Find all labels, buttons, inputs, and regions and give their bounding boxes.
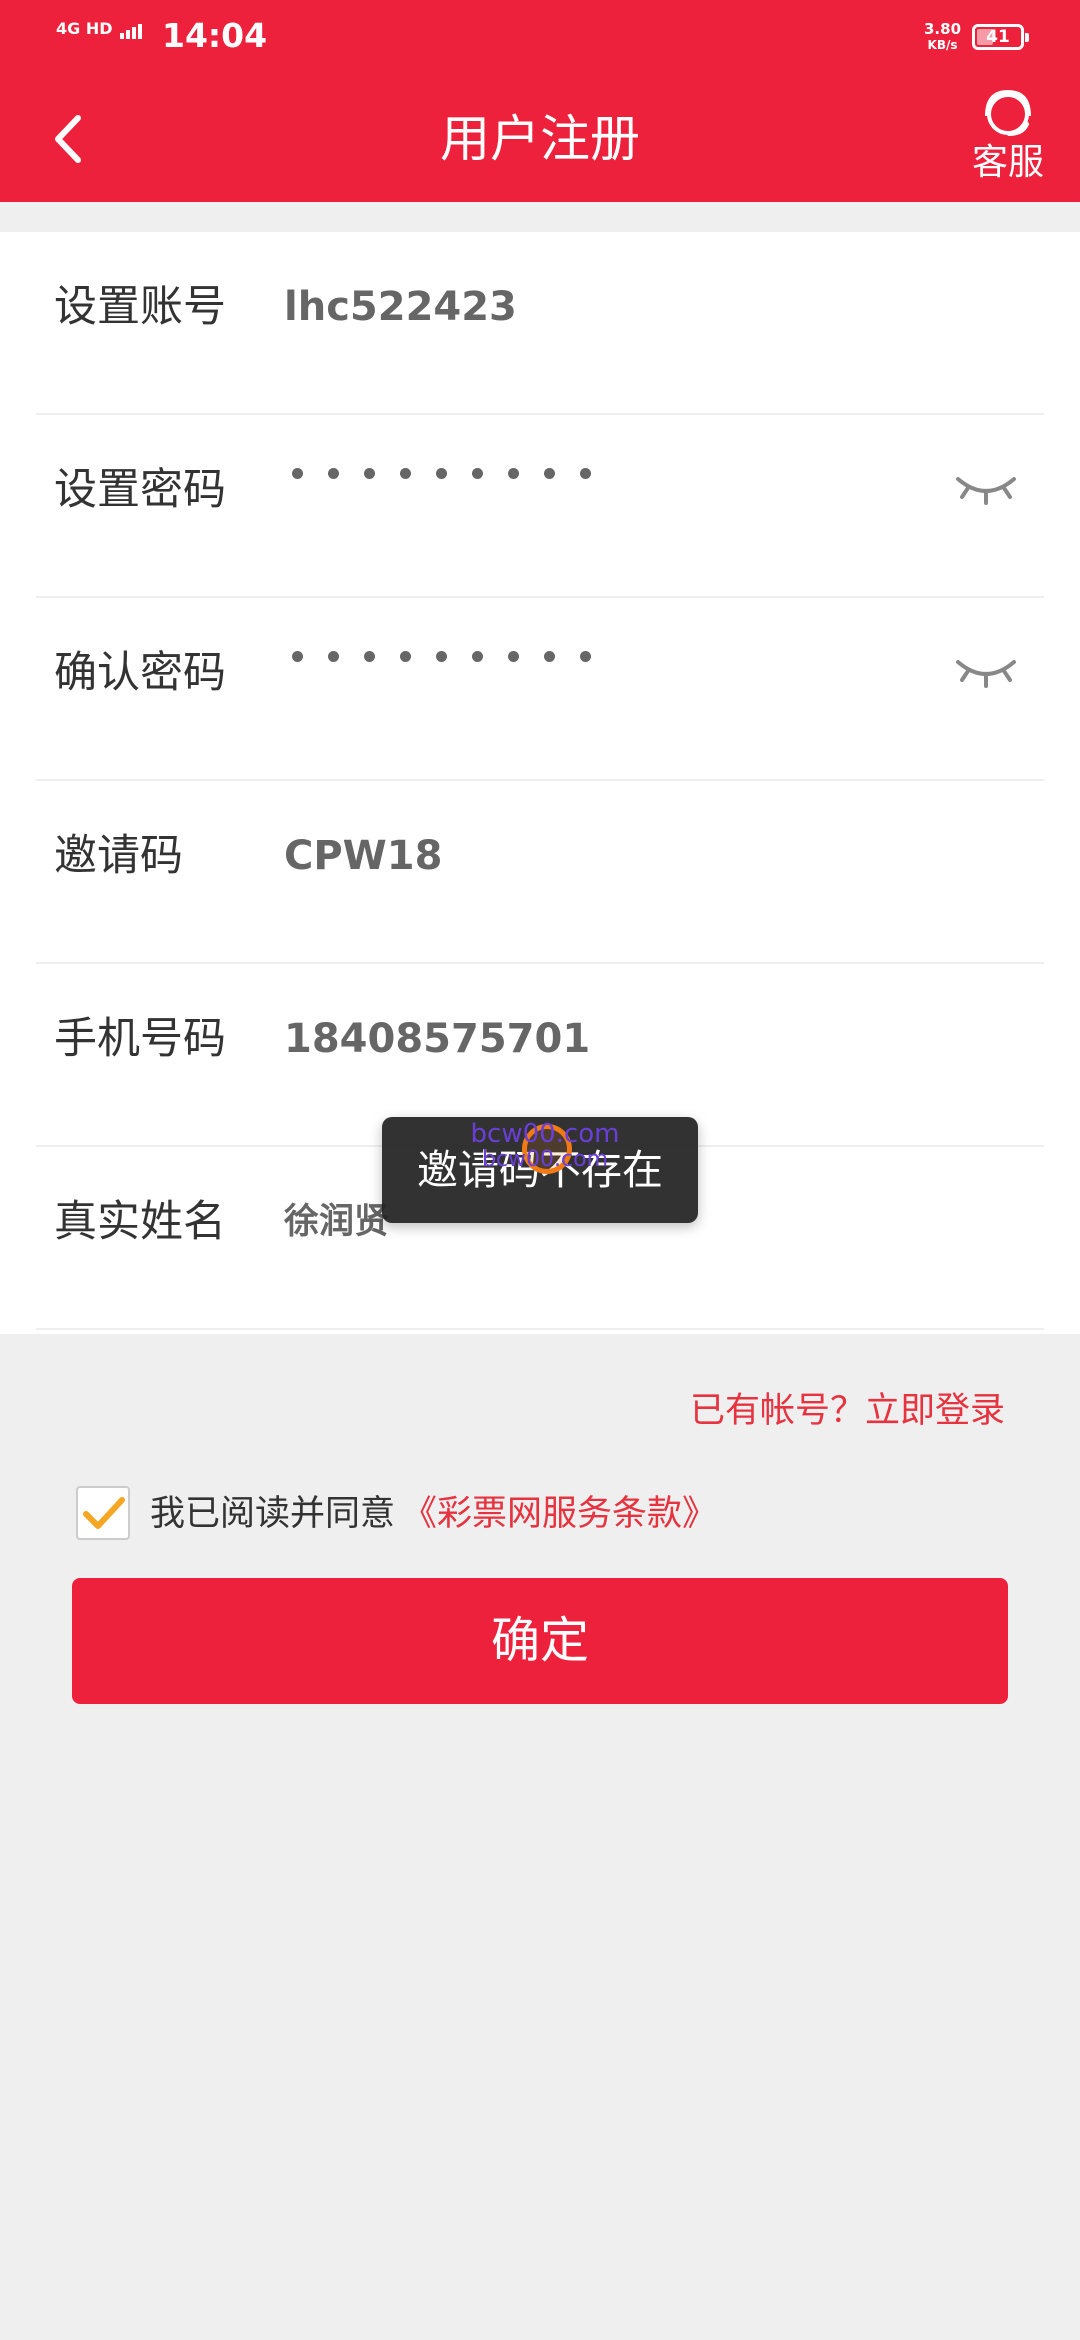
login-link[interactable]: 已有帐号？立即登录: [690, 1382, 1005, 1433]
confirm-password-label: 确认密码: [54, 648, 226, 698]
phone-label: 手机号码: [54, 1014, 226, 1064]
agreement-checkbox[interactable]: [76, 1486, 130, 1540]
signal-1-indicator: 4G HD: [56, 20, 144, 39]
account-label: 设置账号: [54, 282, 226, 332]
invite-code-input[interactable]: CPW18: [284, 781, 442, 964]
battery-level: 41: [986, 27, 1010, 47]
headset-icon: [985, 89, 1031, 136]
customer-service-button[interactable]: 客服: [968, 86, 1048, 190]
eye-closed-icon: [956, 477, 1016, 505]
status-time: 14:04: [162, 16, 268, 55]
page-title: 用户注册: [440, 110, 640, 168]
password-label: 设置密码: [54, 465, 226, 515]
agreement-row: 我已阅读并同意 《彩票网服务条款》: [76, 1486, 876, 1542]
real-name-label: 真实姓名: [54, 1197, 226, 1247]
speed-unit: KB/s: [927, 38, 958, 52]
toggle-confirm-password-visibility-button[interactable]: [954, 650, 1018, 690]
account-row: 设置账号 lhc522423: [36, 232, 1044, 415]
eye-closed-icon: [956, 660, 1016, 688]
invite-code-row: 邀请码 CPW18: [36, 781, 1044, 964]
speed-value: 3.80: [924, 20, 962, 38]
toggle-password-visibility-button[interactable]: [954, 467, 1018, 507]
confirm-button[interactable]: 确定: [72, 1578, 1008, 1704]
signal-bars-icon: [120, 21, 144, 39]
signal-1-label: 4G HD: [56, 19, 113, 38]
terms-link[interactable]: 《彩票网服务条款》: [402, 1486, 717, 1542]
agreement-text: 我已阅读并同意: [150, 1494, 396, 1534]
watermark-text-1: bcw00.com: [470, 1119, 620, 1149]
password-input[interactable]: [292, 463, 632, 517]
password-row: 设置密码: [36, 415, 1044, 598]
checkmark-icon: [83, 1497, 125, 1529]
invite-code-label: 邀请码: [54, 831, 183, 881]
account-input[interactable]: lhc522423: [284, 232, 517, 415]
confirm-password-row: 确认密码: [36, 598, 1044, 781]
app-header: 4G HD 14:04 3.80 KB/s 41 用户注册 客服: [0, 0, 1080, 202]
battery-icon: 41: [972, 24, 1029, 50]
watermark-text-2: bcw00.com: [481, 1147, 609, 1172]
watermark: bcw00.com bcw00.com: [470, 1120, 620, 1180]
status-bar: 4G HD 14:04 3.80 KB/s 41: [0, 0, 1080, 74]
confirm-password-input[interactable]: [292, 646, 632, 700]
real-name-input[interactable]: 徐润贤: [284, 1147, 389, 1330]
network-speed: 3.80 KB/s: [924, 22, 961, 53]
customer-service-label: 客服: [971, 142, 1044, 183]
